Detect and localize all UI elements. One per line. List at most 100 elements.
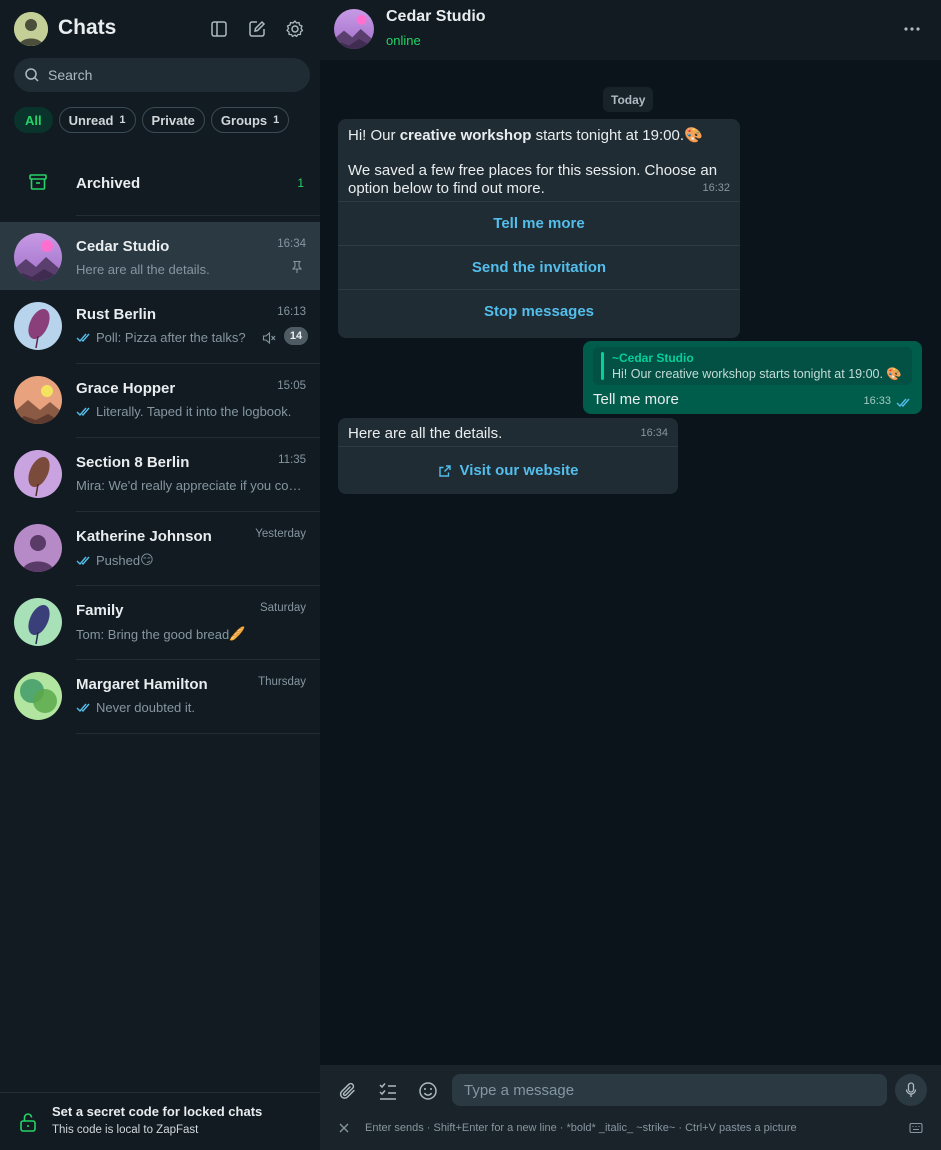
- checklist-icon[interactable]: [377, 1080, 399, 1102]
- avatar: [14, 672, 62, 720]
- secret-code-subtitle: This code is local to ZapFast: [52, 1124, 199, 1136]
- mic-button[interactable]: [895, 1074, 927, 1106]
- chat-time: Saturday: [259, 602, 306, 614]
- filter-unread[interactable]: Unread 1: [58, 107, 136, 133]
- filter-chips: All Unread 1 Private Groups 1: [14, 107, 290, 133]
- contact-name: Cedar Studio: [386, 8, 486, 25]
- chat-pane: Cedar Studio online Today Hi! Our creati…: [320, 0, 941, 1150]
- filter-private[interactable]: Private: [141, 107, 205, 133]
- more-dots-icon[interactable]: [903, 20, 921, 38]
- sidebar-title: Chats: [58, 16, 117, 39]
- message-text: Tell me more: [593, 391, 679, 408]
- chat-item-section-8-berlin[interactable]: Section 8 Berlin 11:35 Mira: We'd really…: [0, 438, 320, 512]
- settings-gear-icon[interactable]: [284, 18, 306, 40]
- chat-preview: Tom: Bring the good bread 🥖: [76, 626, 246, 642]
- chat-name: Family: [76, 602, 124, 619]
- chat-name: Katherine Johnson: [76, 528, 212, 545]
- chat-time: 16:13: [277, 306, 306, 318]
- visit-website-button[interactable]: Visit our website: [338, 446, 678, 494]
- chat-item-cedar-studio[interactable]: Cedar Studio 16:34 Here are all the deta…: [0, 222, 320, 290]
- avatar: [14, 524, 62, 572]
- double-check-icon: [896, 397, 912, 408]
- message-text-line: Hi! Our creative workshop starts tonight…: [348, 127, 703, 144]
- quick-reply-send-invitation[interactable]: Send the invitation: [338, 245, 740, 289]
- double-check-icon: [76, 406, 92, 417]
- filter-unread-count: 1: [119, 114, 126, 126]
- paperclip-icon[interactable]: [337, 1080, 359, 1102]
- archive-icon: [29, 174, 47, 190]
- divider: [76, 215, 320, 216]
- message-text: Here are all the details.: [348, 425, 503, 442]
- chat-header[interactable]: Cedar Studio online: [320, 0, 941, 60]
- avatar: [14, 598, 62, 646]
- chat-list: Cedar Studio 16:34 Here are all the deta…: [0, 222, 320, 734]
- chat-name: Section 8 Berlin: [76, 454, 190, 471]
- chat-item-margaret-hamilton[interactable]: Margaret Hamilton Thursday Never doubted…: [0, 660, 320, 734]
- avatar: [14, 450, 62, 498]
- chat-item-family[interactable]: Family Saturday Tom: Bring the good brea…: [0, 586, 320, 660]
- mic-icon: [905, 1082, 917, 1097]
- contact-avatar[interactable]: [334, 9, 374, 49]
- filter-groups[interactable]: Groups 1: [210, 107, 290, 133]
- sidebar-toggle-icon[interactable]: [208, 18, 230, 40]
- search-icon: [25, 68, 39, 82]
- chat-name: Cedar Studio: [76, 238, 170, 255]
- profile-avatar[interactable]: [14, 12, 48, 46]
- chat-item-grace-hopper[interactable]: Grace Hopper 15:05 Literally. Taped it i…: [0, 364, 320, 438]
- avatar: [14, 302, 62, 350]
- chat-preview: Here are all the details.: [76, 262, 210, 277]
- compose-icon[interactable]: [246, 18, 268, 40]
- filter-groups-count: 1: [273, 114, 280, 126]
- palette-emoji: 🎨: [684, 127, 703, 144]
- message-time: 16:32: [702, 182, 730, 194]
- emoji-icon[interactable]: [417, 1080, 439, 1102]
- archived-row[interactable]: Archived 1: [0, 150, 320, 216]
- sidebar: Chats All Unread1 Private Groups1 Archiv…: [0, 0, 320, 1150]
- chat-preview: Never doubted it.: [76, 700, 302, 715]
- chat-time: 16:34: [277, 238, 306, 250]
- filter-all[interactable]: All: [14, 107, 53, 133]
- quick-reply-stop-messages[interactable]: Stop messages: [338, 289, 740, 333]
- chat-preview: Mira: We'd really appreciate if you coul…: [76, 478, 302, 493]
- secret-code-banner[interactable]: Set a secret code for locked chats This …: [0, 1092, 320, 1150]
- chat-time: 15:05: [277, 380, 306, 392]
- quote-bar: [601, 352, 604, 380]
- date-separator: Today: [603, 87, 654, 112]
- chat-name: Grace Hopper: [76, 380, 176, 397]
- contact-status: online: [386, 33, 421, 48]
- smirk-emoji: 😏: [140, 552, 154, 567]
- close-icon[interactable]: [338, 1122, 350, 1134]
- message-time: 16:34: [640, 427, 668, 439]
- visit-website-label: Visit our website: [459, 462, 579, 479]
- message-input[interactable]: [452, 1074, 887, 1106]
- chat-item-katherine-johnson[interactable]: Katherine Johnson Yesterday Pushed 😏: [0, 512, 320, 586]
- message-text: We saved a few free places for this sess…: [348, 162, 718, 197]
- bread-emoji: 🥖: [229, 626, 246, 641]
- unlock-icon: [20, 1113, 36, 1132]
- search-input[interactable]: [48, 58, 298, 92]
- chat-preview: Poll: Pizza after the talks?: [76, 330, 256, 345]
- mute-icon: [262, 331, 276, 345]
- outgoing-message-bubble: ~Cedar Studio Hi! Our creative workshop …: [583, 341, 922, 414]
- chat-time: Thursday: [258, 676, 306, 688]
- unread-badge: 14: [284, 327, 308, 345]
- quote-text: Hi! Our creative workshop starts tonight…: [612, 367, 902, 381]
- avatar: [14, 376, 62, 424]
- keyboard-icon[interactable]: [909, 1122, 923, 1134]
- incoming-message-bubble: Hi! Our creative workshop starts tonight…: [338, 119, 740, 338]
- quoted-message[interactable]: ~Cedar Studio Hi! Our creative workshop …: [593, 347, 912, 385]
- composer-hint: Enter sends · Shift+Enter for a new line…: [365, 1122, 797, 1134]
- double-check-icon: [76, 702, 92, 713]
- chat-time: Yesterday: [255, 528, 306, 540]
- chat-preview: Literally. Taped it into the logbook.: [76, 404, 302, 419]
- secret-code-title: Set a secret code for locked chats: [52, 1104, 263, 1119]
- chat-preview: Pushed 😏: [76, 552, 302, 568]
- chat-item-rust-berlin[interactable]: Rust Berlin 16:13 Poll: Pizza after the …: [0, 290, 320, 364]
- double-check-icon: [76, 332, 92, 343]
- pin-icon: [291, 260, 303, 273]
- quick-reply-tell-me-more[interactable]: Tell me more: [338, 201, 740, 245]
- sidebar-header: Chats: [0, 0, 320, 58]
- search-box: [14, 58, 310, 92]
- chat-name: Margaret Hamilton: [76, 676, 208, 693]
- chat-time: 11:35: [278, 454, 306, 466]
